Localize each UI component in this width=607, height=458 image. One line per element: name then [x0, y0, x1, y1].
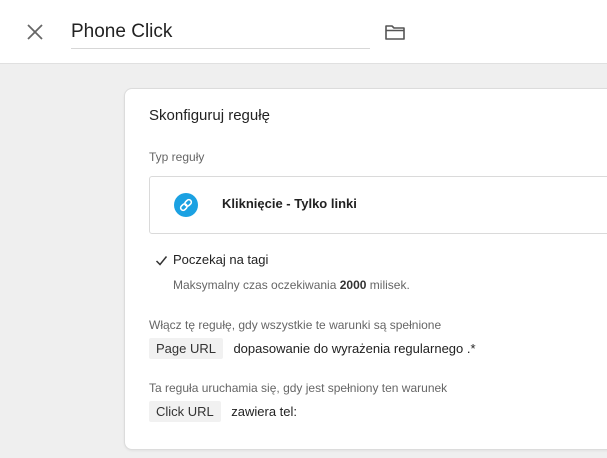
close-icon[interactable]: [24, 21, 46, 43]
max-wait-prefix: Maksymalny czas oczekiwania: [173, 278, 337, 292]
variable-chip: Click URL: [149, 401, 221, 422]
condition-text: zawiera tel:: [231, 404, 297, 419]
max-wait-value: 2000: [339, 278, 367, 292]
enable-condition-row: Page URL dopasowanie do wyrażenia regula…: [149, 338, 476, 360]
trigger-name-field[interactable]: [71, 18, 370, 49]
header-bar: [0, 0, 607, 64]
fire-condition-row: Click URL zawiera tel:: [149, 401, 297, 423]
variable-chip: Page URL: [149, 338, 223, 359]
fire-conditions-label: Ta reguła uruchamia się, gdy jest spełni…: [149, 381, 448, 395]
check-icon: [155, 256, 168, 266]
link-icon: [174, 193, 198, 217]
condition-text: dopasowanie do wyrażenia regularnego .*: [233, 341, 476, 356]
trigger-name-input[interactable]: [71, 18, 370, 46]
enable-conditions-label: Włącz tę regułę, gdy wszystkie te warunk…: [149, 318, 442, 332]
wait-for-tags-label: Poczekaj na tagi: [173, 252, 269, 267]
card-title: Skonfiguruj regułę: [149, 107, 270, 124]
max-wait-suffix: milisek.: [369, 278, 410, 292]
folder-icon[interactable]: [384, 22, 406, 42]
trigger-type-name: Kliknięcie - Tylko linki: [222, 196, 357, 211]
trigger-config-card: Skonfiguruj regułę Typ reguły Kliknięcie…: [124, 88, 607, 450]
trigger-type-label: Typ reguły: [149, 150, 205, 164]
max-wait-text: Maksymalny czas oczekiwania 2000 milisek…: [173, 278, 410, 292]
trigger-type-selector[interactable]: Kliknięcie - Tylko linki: [149, 176, 607, 234]
